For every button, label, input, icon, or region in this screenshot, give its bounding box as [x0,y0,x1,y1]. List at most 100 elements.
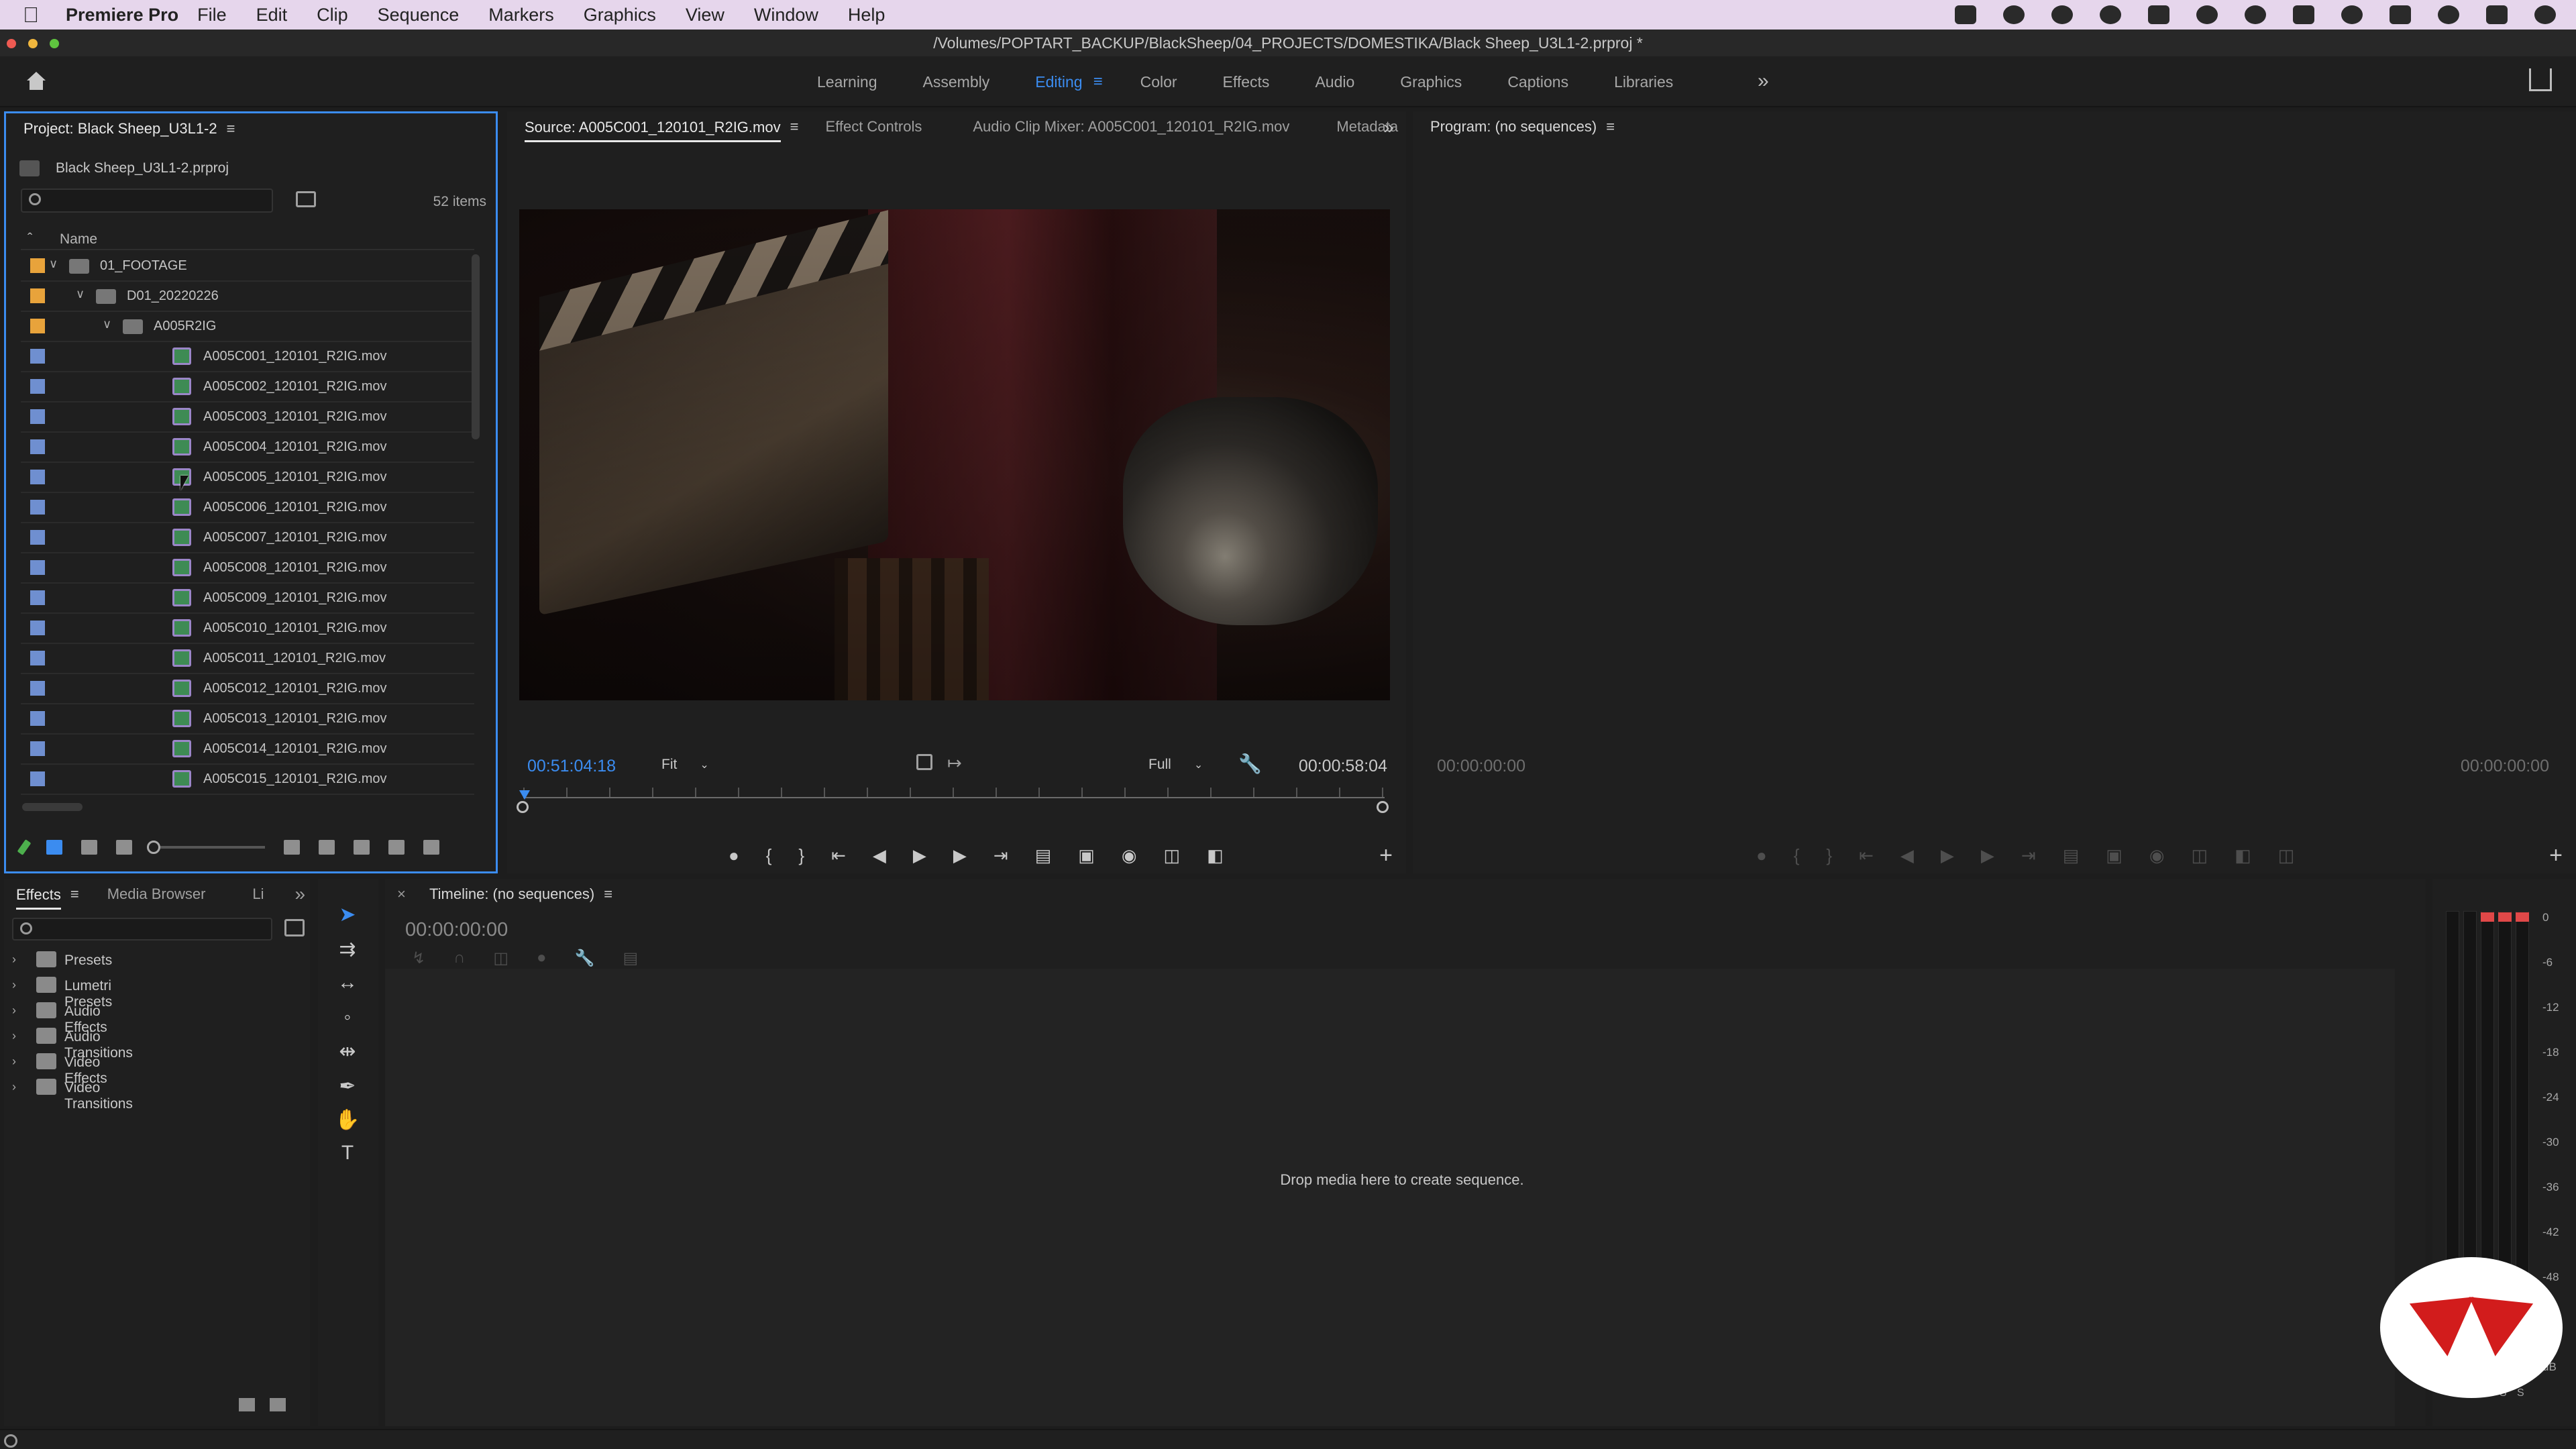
clip-row[interactable]: A005C003_120101_R2IG.mov [21,402,474,433]
time-ruler[interactable] [523,797,1385,798]
workspace-libraries[interactable]: Libraries [1614,73,1673,91]
tab-timeline[interactable]: Timeline: (no sequences) [429,885,594,903]
workspace-learning[interactable]: Learning [817,73,877,91]
thumbnail-zoom-slider[interactable] [147,841,265,854]
chevron-right-icon[interactable]: › [12,1029,16,1043]
workspace-color[interactable]: Color [1140,73,1177,91]
label-color-chip[interactable] [30,771,45,786]
status-indicator-icon[interactable] [4,1434,17,1448]
app-menu[interactable]: Premiere Pro [66,5,178,25]
label-color-chip[interactable] [30,500,45,515]
panel-menu-icon[interactable]: ≡ [790,118,799,136]
insert-icon[interactable]: ▤ [1035,845,1052,866]
chevron-right-icon[interactable]: › [12,1004,16,1018]
captions-icon[interactable]: ▤ [623,949,638,968]
workspace-audio[interactable]: Audio [1315,73,1354,91]
label-color-chip[interactable] [30,379,45,394]
label-color-chip[interactable] [30,319,45,333]
workspace-graphics[interactable]: Graphics [1400,73,1462,91]
menu-view[interactable]: View [686,5,724,25]
razor-tool-icon[interactable]: ◦ [334,1006,361,1033]
spotlight-search-icon[interactable] [2438,5,2459,24]
comparison-view-icon[interactable]: ◫ [2192,845,2208,866]
toggle-proxies-icon[interactable]: ◧ [2235,845,2251,866]
more-tabs-icon[interactable]: » [295,883,306,905]
menu-sequence[interactable]: Sequence [378,5,460,25]
workspace-editing[interactable]: Editing [1035,73,1082,91]
horizontal-scrollbar[interactable] [22,803,83,811]
clip-row[interactable]: A005C010_120101_R2IG.mov [21,614,474,644]
clip-row[interactable]: A005C007_120101_R2IG.mov [21,523,474,553]
timeline-track-area[interactable] [385,969,2395,1426]
step-forward-icon[interactable]: ▶ [953,845,967,866]
automate-to-sequence-icon[interactable] [319,840,335,855]
more-tabs-icon[interactable]: » [1383,117,1394,138]
safe-margins-icon[interactable] [916,754,932,770]
folder-row[interactable]: ∨ A005R2IG [21,312,474,342]
icon-view-icon[interactable] [81,840,97,855]
keyboard-input-icon[interactable] [2390,5,2411,24]
lift-icon[interactable]: ▤ [2063,845,2080,866]
label-color-chip[interactable] [30,590,45,605]
zoom-handle-right[interactable] [1377,801,1389,813]
source-video-frame[interactable] [519,209,1390,700]
tab-source[interactable]: Source: A005C001_120101_R2IG.mov [525,119,781,142]
mark-out-icon[interactable]: } [1826,845,1832,866]
chevron-right-icon[interactable]: › [12,953,16,967]
go-to-out-icon[interactable]: ⇥ [994,845,1008,866]
trash-icon[interactable] [270,1398,286,1411]
multicam-icon[interactable]: ◫ [2278,845,2295,866]
button-editor-plus-icon[interactable]: + [2549,843,2563,869]
menu-graphics[interactable]: Graphics [584,5,656,25]
grammarly-icon[interactable] [2196,5,2218,24]
solo-button[interactable]: S [2517,1387,2524,1399]
volume-icon[interactable] [2293,5,2314,24]
add-marker-icon[interactable]: ● [1756,845,1767,866]
sort-chevron-up-icon[interactable]: ˆ [28,230,32,248]
gear-icon[interactable] [2100,5,2121,24]
workspace-assembly[interactable]: Assembly [923,73,990,91]
snap-magnet-icon[interactable]: ∩ [453,949,465,968]
scrivener-icon[interactable] [2148,5,2169,24]
clip-row[interactable]: A005C001_120101_R2IG.mov [21,342,474,372]
menu-clip[interactable]: Clip [317,5,348,25]
linked-selection-icon[interactable]: ◫ [493,949,508,968]
menu-file[interactable]: File [197,5,227,25]
disclosure-chevron-icon[interactable]: ∨ [49,257,58,271]
clip-row[interactable]: A005C005_120101_R2IG.mov [21,463,474,493]
play-icon[interactable]: ▶ [913,845,926,866]
vertical-scrollbar[interactable] [472,254,480,439]
new-bin-icon[interactable] [388,840,405,855]
button-editor-plus-icon[interactable]: + [1379,843,1393,869]
go-to-out-icon[interactable]: ⇥ [2021,845,2036,866]
settings-wrench-icon[interactable]: 🔧 [575,949,595,968]
apple-menu-icon[interactable]:  [23,3,50,28]
clip-row[interactable]: A005C015_120101_R2IG.mov [21,765,474,795]
label-color-chip[interactable] [30,349,45,364]
extract-icon[interactable]: ▣ [2106,845,2123,866]
tab-audio-clip-mixer[interactable]: Audio Clip Mixer: A005C001_120101_R2IG.m… [973,118,1289,136]
cc-sync-icon[interactable] [2051,5,2073,24]
ripple-edit-tool-icon[interactable]: ↔ [334,971,361,998]
new-custom-bin-icon[interactable] [284,919,305,936]
clip-row[interactable]: A005C013_120101_R2IG.mov [21,704,474,735]
label-color-chip[interactable] [30,651,45,665]
export-frame-camera-icon[interactable]: ◉ [2149,845,2165,866]
program-current-timecode[interactable]: 00:00:00:00 [1437,757,1525,776]
project-search-input[interactable] [21,189,273,213]
clip-row[interactable]: A005C009_120101_R2IG.mov [21,584,474,614]
menu-markers[interactable]: Markers [488,5,554,25]
column-header-name[interactable]: Name [60,231,97,248]
folder-row[interactable]: ∨ D01_20220226 [21,282,474,312]
new-item-icon[interactable] [423,840,439,855]
export-frame-camera-icon[interactable]: ◉ [1122,845,1137,866]
control-center-icon[interactable] [2486,5,2508,24]
disclosure-chevron-icon[interactable]: ∨ [103,317,111,331]
new-folder-icon[interactable] [239,1398,255,1411]
mark-in-icon[interactable]: { [1794,845,1800,866]
clip-row[interactable]: A005C002_120101_R2IG.mov [21,372,474,402]
hand-tool-icon[interactable]: ✋ [334,1108,361,1135]
label-color-chip[interactable] [30,621,45,635]
zoom-handle-left[interactable] [517,801,529,813]
panel-menu-icon[interactable]: ≡ [70,885,79,903]
